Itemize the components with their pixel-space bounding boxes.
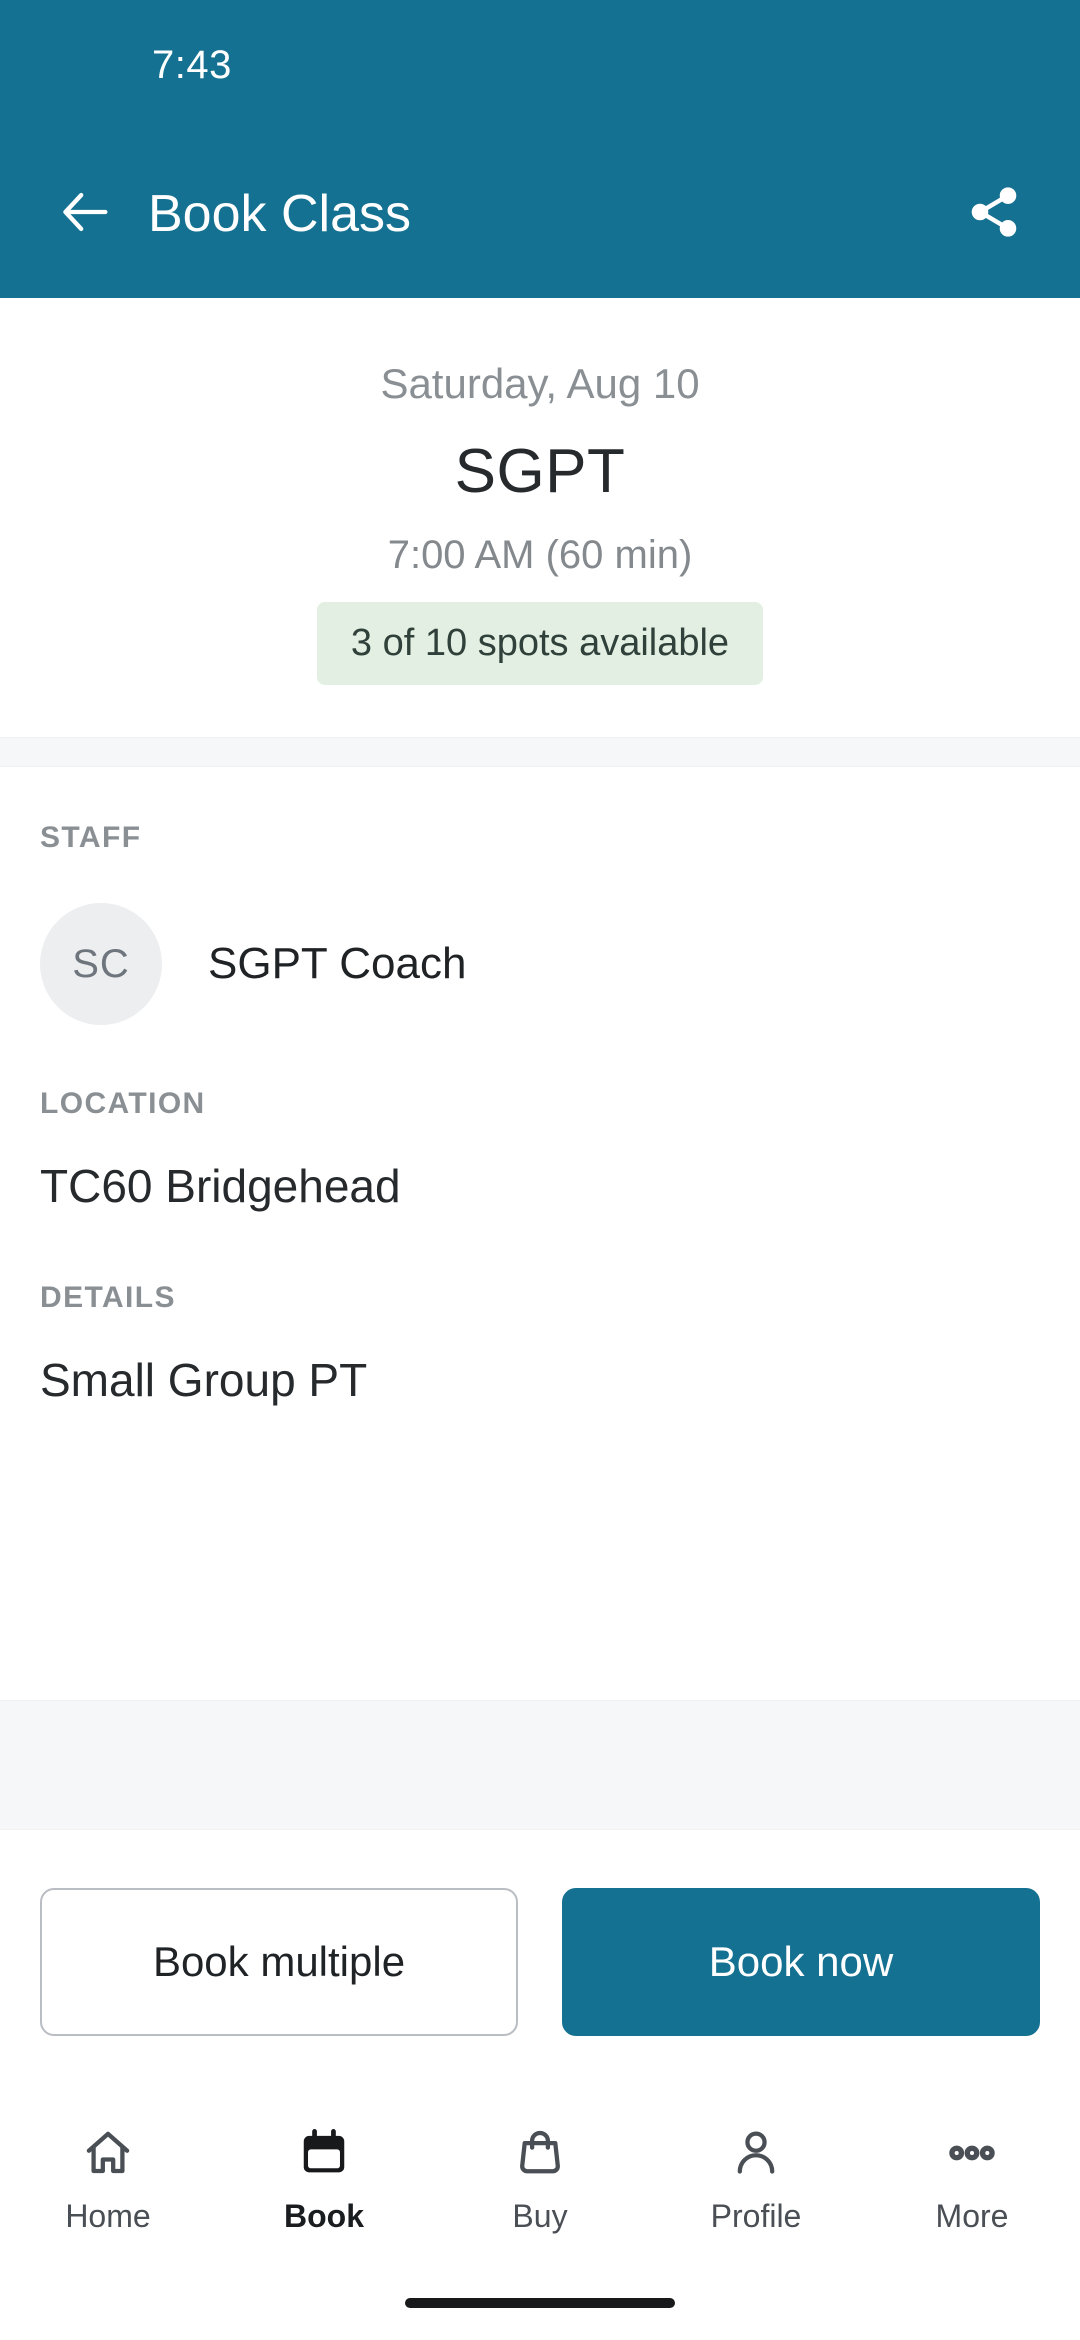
class-time: 7:00 AM (60 min) [387,533,693,577]
bottom-gray-band [0,1700,1080,1830]
details-section-label: DETAILS [40,1281,176,1314]
class-name: SGPT [454,437,626,506]
arrow-left-icon [57,183,115,246]
avatar: SC [40,903,162,1025]
home-icon [81,2122,135,2184]
nav-item-more[interactable]: More [864,2122,1080,2235]
staff-name: SGPT Coach [208,939,467,988]
nav-item-home[interactable]: Home [0,2122,216,2235]
home-indicator[interactable] [405,2298,675,2308]
book-now-button[interactable]: Book now [562,1888,1040,2036]
section-divider [0,737,1080,767]
nav-label-buy: Buy [512,2198,568,2234]
share-icon [966,184,1022,245]
nav-label-book: Book [284,2198,364,2234]
book-class-screen: 7:43 Book Class Saturday, Aug 10 SGPT 7:… [0,0,1080,2340]
nav-label-more: More [935,2198,1009,2234]
book-multiple-button[interactable]: Book multiple [40,1888,518,2036]
nav-item-profile[interactable]: Profile [648,2122,864,2235]
staff-section: STAFF SC SGPT Coach [40,821,1040,1025]
class-details: STAFF SC SGPT Coach LOCATION TC60 Bridge… [0,767,1080,1407]
nav-item-buy[interactable]: Buy [432,2122,648,2235]
spots-available-badge: 3 of 10 spots available [316,602,764,685]
share-button[interactable] [956,176,1032,252]
page-title: Book Class [148,185,411,243]
action-bar: Book multiple Book now [0,1830,1080,2090]
home-indicator-area [0,2266,1080,2340]
person-icon [729,2122,783,2184]
location-section-label: LOCATION [40,1087,206,1120]
calendar-icon [297,2122,351,2184]
more-dots-icon [945,2122,999,2184]
location-section: LOCATION TC60 Bridgehead [40,1087,1040,1213]
nav-label-home: Home [65,2198,151,2234]
app-bar: Book Class [0,130,1080,298]
back-button[interactable] [48,176,124,252]
class-summary: Saturday, Aug 10 SGPT 7:00 AM (60 min) 3… [0,298,1080,737]
shopping-bag-icon [513,2122,567,2184]
class-date: Saturday, Aug 10 [380,360,700,407]
nav-item-book[interactable]: Book [216,2122,432,2235]
nav-label-profile: Profile [710,2198,802,2234]
bottom-navigation: Home Book Buy Profile More [0,2090,1080,2266]
location-value: TC60 Bridgehead [40,1160,401,1212]
top-bar: 7:43 Book Class [0,0,1080,298]
status-bar-time: 7:43 [152,42,232,87]
details-section: DETAILS Small Group PT [40,1281,1040,1407]
content-spacer [0,1407,1080,1700]
staff-row[interactable]: SC SGPT Coach [40,903,1040,1025]
status-bar: 7:43 [0,0,1080,130]
staff-section-label: STAFF [40,821,142,854]
details-value: Small Group PT [40,1354,368,1406]
